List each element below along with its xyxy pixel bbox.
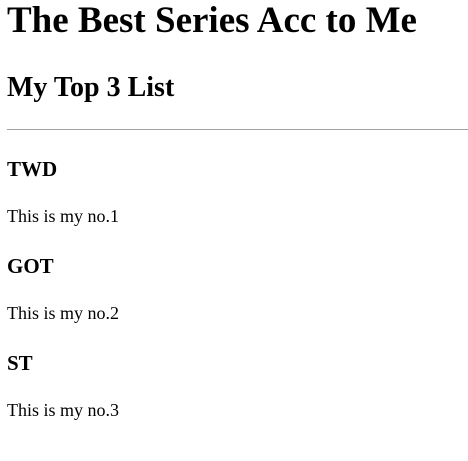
page: The Best Series Acc to Me My Top 3 List … (0, 0, 468, 461)
list-item-text: This is my no.2 (7, 303, 120, 323)
divider (7, 129, 468, 130)
list-item-title: GOT (7, 254, 54, 278)
page-title: The Best Series Acc to Me (7, 0, 417, 41)
page-subtitle: My Top 3 List (7, 72, 175, 103)
list-item-text: This is my no.1 (7, 206, 120, 226)
list-item-title: TWD (7, 157, 58, 181)
list-item-text: This is my no.3 (7, 400, 120, 420)
list-item-title: ST (7, 351, 33, 375)
